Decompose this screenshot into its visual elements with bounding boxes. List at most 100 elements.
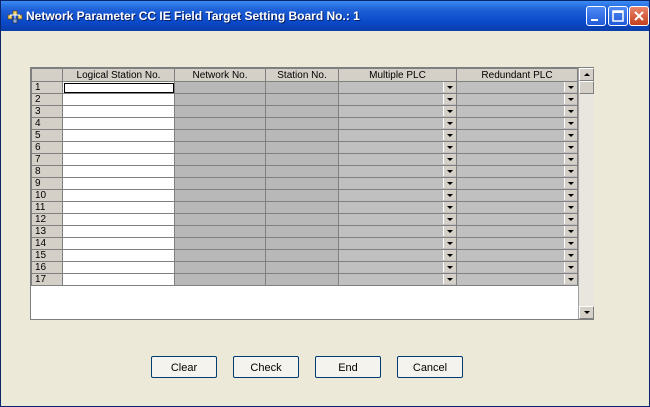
chevron-down-icon[interactable] [443,190,456,200]
row-number[interactable]: 7 [31,153,63,166]
redundant-plc-dropdown[interactable] [456,213,578,226]
logical-station-cell[interactable] [62,177,175,190]
multiple-plc-dropdown[interactable] [338,129,457,142]
maximize-button[interactable] [608,6,628,26]
chevron-down-icon[interactable] [443,178,456,188]
minimize-button[interactable] [586,6,606,26]
chevron-down-icon[interactable] [564,142,577,152]
chevron-down-icon[interactable] [564,94,577,104]
check-button[interactable]: Check [233,356,299,378]
row-number[interactable]: 16 [31,261,63,274]
multiple-plc-dropdown[interactable] [338,165,457,178]
chevron-down-icon[interactable] [443,82,456,92]
chevron-down-icon[interactable] [564,82,577,92]
chevron-down-icon[interactable] [443,166,456,176]
chevron-down-icon[interactable] [564,130,577,140]
logical-station-cell[interactable] [62,237,175,250]
chevron-down-icon[interactable] [564,118,577,128]
row-number[interactable]: 9 [31,177,63,190]
row-number[interactable]: 3 [31,105,63,118]
multiple-plc-dropdown[interactable] [338,225,457,238]
clear-button[interactable]: Clear [151,356,217,378]
row-number[interactable]: 14 [31,237,63,250]
chevron-down-icon[interactable] [564,226,577,236]
redundant-plc-dropdown[interactable] [456,129,578,142]
multiple-plc-dropdown[interactable] [338,93,457,106]
chevron-down-icon[interactable] [564,166,577,176]
chevron-down-icon[interactable] [564,250,577,260]
logical-station-cell[interactable] [62,105,175,118]
chevron-down-icon[interactable] [443,262,456,272]
scroll-down-button[interactable] [579,306,594,319]
row-number[interactable]: 11 [31,201,63,214]
multiple-plc-dropdown[interactable] [338,249,457,262]
redundant-plc-dropdown[interactable] [456,153,578,166]
multiple-plc-dropdown[interactable] [338,153,457,166]
scroll-up-button[interactable] [579,68,594,81]
redundant-plc-dropdown[interactable] [456,201,578,214]
row-number[interactable]: 10 [31,189,63,202]
row-number[interactable]: 15 [31,249,63,262]
chevron-down-icon[interactable] [564,190,577,200]
row-number[interactable]: 17 [31,273,63,286]
logical-station-cell[interactable] [62,201,175,214]
close-button[interactable] [629,6,649,26]
logical-station-cell[interactable] [62,189,175,202]
row-number[interactable]: 12 [31,213,63,226]
multiple-plc-dropdown[interactable] [338,105,457,118]
logical-station-cell[interactable] [62,273,175,286]
chevron-down-icon[interactable] [564,238,577,248]
logical-station-cell[interactable] [62,117,175,130]
chevron-down-icon[interactable] [564,202,577,212]
chevron-down-icon[interactable] [443,274,456,284]
multiple-plc-dropdown[interactable] [338,213,457,226]
redundant-plc-dropdown[interactable] [456,237,578,250]
logical-station-cell[interactable] [62,165,175,178]
chevron-down-icon[interactable] [443,202,456,212]
chevron-down-icon[interactable] [443,94,456,104]
redundant-plc-dropdown[interactable] [456,273,578,286]
redundant-plc-dropdown[interactable] [456,249,578,262]
redundant-plc-dropdown[interactable] [456,165,578,178]
row-number[interactable]: 4 [31,117,63,130]
multiple-plc-dropdown[interactable] [338,189,457,202]
col-header-redundant-plc[interactable]: Redundant PLC [456,68,578,82]
col-header-logical-station[interactable]: Logical Station No. [62,68,175,82]
col-header-station-no[interactable]: Station No. [265,68,339,82]
logical-station-cell[interactable] [62,153,175,166]
multiple-plc-dropdown[interactable] [338,261,457,274]
logical-station-cell[interactable] [62,129,175,142]
chevron-down-icon[interactable] [443,226,456,236]
chevron-down-icon[interactable] [564,154,577,164]
chevron-down-icon[interactable] [443,238,456,248]
chevron-down-icon[interactable] [564,178,577,188]
logical-station-cell[interactable] [62,225,175,238]
row-number[interactable]: 5 [31,129,63,142]
row-number[interactable]: 8 [31,165,63,178]
logical-station-cell[interactable] [62,213,175,226]
end-button[interactable]: End [315,356,381,378]
multiple-plc-dropdown[interactable] [338,273,457,286]
chevron-down-icon[interactable] [564,274,577,284]
chevron-down-icon[interactable] [443,214,456,224]
title-bar[interactable]: Network Parameter CC IE Field Target Set… [1,1,649,31]
chevron-down-icon[interactable] [564,214,577,224]
col-header-multiple-plc[interactable]: Multiple PLC [338,68,457,82]
col-header-network-no[interactable]: Network No. [174,68,266,82]
redundant-plc-dropdown[interactable] [456,177,578,190]
logical-station-cell[interactable] [62,261,175,274]
multiple-plc-dropdown[interactable] [338,237,457,250]
row-number[interactable]: 1 [31,81,63,94]
multiple-plc-dropdown[interactable] [338,201,457,214]
redundant-plc-dropdown[interactable] [456,189,578,202]
logical-station-cell[interactable] [62,93,175,106]
multiple-plc-dropdown[interactable] [338,177,457,190]
row-number[interactable]: 13 [31,225,63,238]
multiple-plc-dropdown[interactable] [338,117,457,130]
row-number[interactable]: 6 [31,141,63,154]
multiple-plc-dropdown[interactable] [338,141,457,154]
redundant-plc-dropdown[interactable] [456,141,578,154]
chevron-down-icon[interactable] [443,130,456,140]
chevron-down-icon[interactable] [443,142,456,152]
logical-station-cell[interactable] [62,81,175,94]
